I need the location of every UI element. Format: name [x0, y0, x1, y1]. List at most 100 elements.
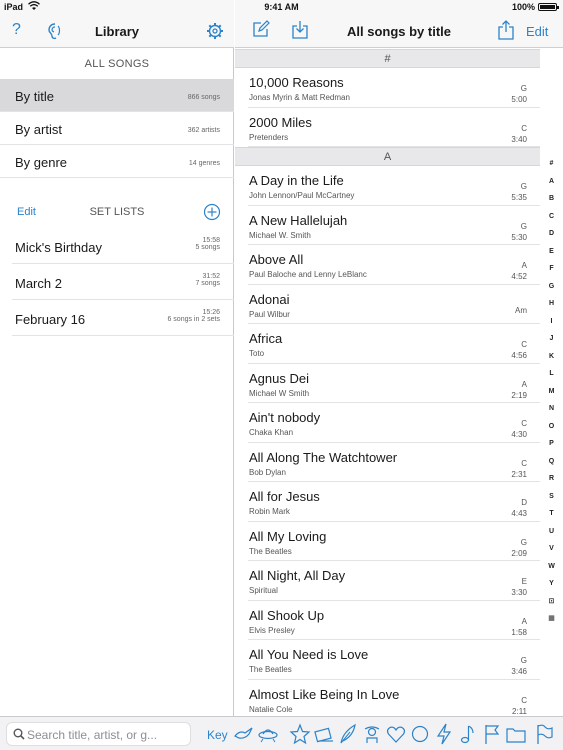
- feather-icon[interactable]: [337, 722, 359, 746]
- index-letter[interactable]: O: [540, 418, 563, 436]
- index-letter[interactable]: J: [540, 330, 563, 348]
- section-header: #: [235, 49, 540, 68]
- index-letter[interactable]: U: [540, 523, 563, 541]
- song-artist: Natalie Cole: [249, 704, 293, 714]
- song-artist: Toto: [249, 349, 265, 358]
- gear-icon[interactable]: [206, 22, 224, 40]
- index-letter[interactable]: H: [540, 295, 563, 313]
- index-letter[interactable]: F: [540, 260, 563, 278]
- song-key: C: [521, 123, 527, 133]
- song-row[interactable]: All Shook Up Elvis Presley A 1:58: [248, 601, 540, 640]
- song-row[interactable]: 2000 Miles Pretenders C 3:40: [248, 108, 540, 147]
- browse-label: By artist: [15, 122, 62, 137]
- songs-panel: All songs by title Edit # 10,000 Reasons…: [235, 0, 563, 716]
- song-row[interactable]: Agnus Dei Michael W Smith A 2:19: [248, 364, 540, 403]
- song-key: G: [520, 656, 527, 665]
- circle-icon[interactable]: [409, 722, 431, 746]
- song-duration: 3:46: [511, 667, 527, 676]
- song-duration: 4:56: [511, 351, 527, 360]
- index-letter[interactable]: R: [540, 470, 563, 488]
- setlist-item[interactable]: February 16 15:26 6 songs in 2 sets: [12, 300, 234, 336]
- index-letter[interactable]: S: [540, 488, 563, 506]
- flag-outline-icon[interactable]: [533, 722, 555, 746]
- alphabet-index[interactable]: # A B C D E F G H I J K L M N O P Q R S T U V W Y ⊡ ▦: [540, 155, 563, 628]
- index-letter[interactable]: #: [540, 155, 563, 173]
- share-icon[interactable]: [497, 20, 515, 40]
- browse-label: By title: [15, 89, 55, 104]
- song-title: Ain't nobody: [249, 410, 321, 425]
- index-letter[interactable]: V: [540, 540, 563, 558]
- folder-icon[interactable]: [505, 722, 527, 746]
- song-row[interactable]: Africa Toto C 4:56: [248, 324, 540, 364]
- index-letter[interactable]: N: [540, 400, 563, 418]
- song-artist: Michael W. Smith: [249, 230, 311, 240]
- index-letter[interactable]: B: [540, 190, 563, 208]
- index-letter[interactable]: T: [540, 505, 563, 523]
- browse-by-genre[interactable]: By genre 14 genres: [0, 145, 234, 178]
- index-letter[interactable]: L: [540, 365, 563, 383]
- index-letter[interactable]: C: [540, 208, 563, 226]
- index-letter[interactable]: I: [540, 313, 563, 331]
- index-letter[interactable]: E: [540, 243, 563, 261]
- setlist-item[interactable]: March 2 31:52 7 songs: [12, 264, 234, 300]
- song-row[interactable]: Ain't nobody Chaka Khan C 4:30: [248, 403, 540, 443]
- heart-icon[interactable]: [385, 722, 407, 746]
- setlist-duration: 31:52: [202, 273, 220, 280]
- song-row[interactable]: All My Loving The Beatles G 2:09: [248, 522, 540, 561]
- search-field[interactable]: [6, 722, 191, 746]
- song-row[interactable]: A Day in the Life John Lennon/Paul McCar…: [248, 166, 540, 206]
- song-title: All for Jesus: [249, 489, 320, 504]
- index-letter[interactable]: M: [540, 383, 563, 401]
- song-artist: Bob Dylan: [249, 467, 286, 477]
- setlists-list: Mick's Birthday 15:58 5 songs March 2 31…: [0, 228, 234, 336]
- song-row[interactable]: All You Need is Love The Beatles G 3:46: [248, 640, 540, 680]
- index-letter[interactable]: G: [540, 278, 563, 296]
- index-letter[interactable]: K: [540, 348, 563, 366]
- books-icon[interactable]: [313, 722, 335, 746]
- song-duration: 4:43: [511, 509, 527, 518]
- song-row[interactable]: Above All Paul Baloche and Lenny LeBlanc…: [248, 245, 540, 285]
- index-letter[interactable]: W: [540, 558, 563, 576]
- browse-by-title[interactable]: By title 866 songs: [0, 79, 234, 112]
- browse-by-artist[interactable]: By artist 362 artists: [0, 112, 234, 145]
- song-title: 2000 Miles: [249, 114, 312, 130]
- index-letter[interactable]: ⊡: [540, 593, 563, 611]
- setlist-count: 6 songs in 2 sets: [167, 316, 220, 323]
- star-icon[interactable]: [289, 722, 311, 746]
- key-filter-button[interactable]: Key: [207, 728, 228, 742]
- song-key: G: [520, 182, 527, 191]
- song-row[interactable]: Almost Like Being In Love Natalie Cole C…: [248, 680, 540, 717]
- setlist-item[interactable]: Mick's Birthday 15:58 5 songs: [12, 228, 234, 264]
- dove-icon[interactable]: [233, 722, 255, 746]
- song-key: A: [521, 261, 527, 270]
- battery-percent: 100%: [511, 2, 535, 12]
- add-setlist-button[interactable]: [203, 203, 221, 221]
- song-row[interactable]: 10,000 Reasons Jonas Myrin & Matt Redman…: [248, 68, 540, 108]
- ufo-icon[interactable]: [257, 722, 279, 746]
- songs-edit-button[interactable]: Edit: [526, 24, 548, 39]
- song-duration: 3:40: [511, 134, 527, 144]
- song-row[interactable]: Adonai Paul Wilbur Am: [248, 285, 540, 324]
- index-letter[interactable]: P: [540, 435, 563, 453]
- index-letter[interactable]: Q: [540, 453, 563, 471]
- browse-count: 14 genres: [188, 160, 220, 167]
- cowboy-icon[interactable]: [361, 722, 383, 746]
- index-letter[interactable]: A: [540, 173, 563, 191]
- setlist-name: Mick's Birthday: [15, 240, 103, 255]
- song-row[interactable]: All for Jesus Robin Mark D 4:43: [248, 482, 540, 522]
- song-key: C: [521, 458, 527, 468]
- song-duration: 2:11: [512, 706, 527, 716]
- flag-icon[interactable]: [481, 722, 503, 746]
- search-input[interactable]: [27, 726, 187, 743]
- song-list[interactable]: # 10,000 Reasons Jonas Myrin & Matt Redm…: [235, 49, 540, 716]
- music-note-icon[interactable]: [457, 722, 479, 746]
- index-letter[interactable]: D: [540, 225, 563, 243]
- song-artist: John Lennon/Paul McCartney: [249, 191, 355, 200]
- song-row[interactable]: All Along The Watchtower Bob Dylan C 2:3…: [248, 443, 540, 482]
- lightning-icon[interactable]: [433, 722, 455, 746]
- song-title: All Night, All Day: [249, 568, 346, 583]
- song-row[interactable]: All Night, All Day Spiritual E 3:30: [248, 561, 540, 601]
- song-row[interactable]: A New Hallelujah Michael W. Smith G 5:30: [248, 206, 540, 245]
- index-letter[interactable]: Y: [540, 575, 563, 593]
- index-letter[interactable]: ▦: [540, 610, 563, 628]
